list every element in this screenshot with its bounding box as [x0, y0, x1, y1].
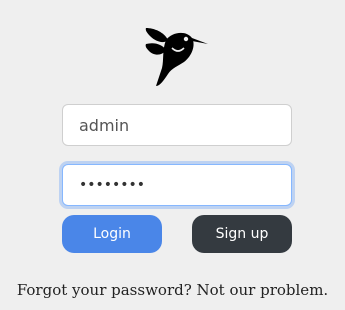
- forgot-password-text: Forgot your password? Not our problem.: [16, 281, 329, 299]
- signup-button[interactable]: Sign up: [192, 215, 292, 253]
- password-input[interactable]: [62, 164, 292, 206]
- login-button[interactable]: Login: [62, 215, 162, 253]
- hummingbird-icon: [145, 28, 208, 86]
- username-input[interactable]: [62, 104, 292, 146]
- login-page: Login Sign up Forgot your password? Not …: [0, 0, 345, 310]
